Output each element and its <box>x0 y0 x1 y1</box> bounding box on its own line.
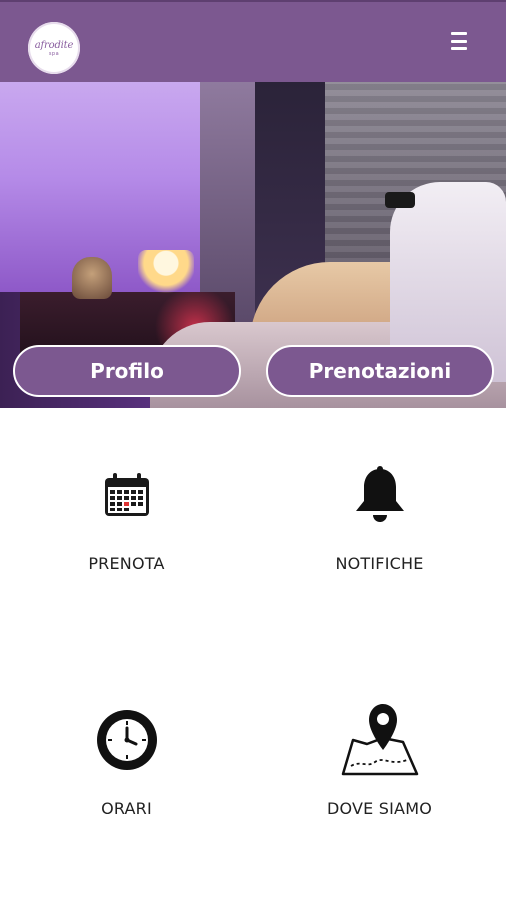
bell-icon <box>335 450 425 540</box>
tile-label: PRENOTA <box>88 554 165 573</box>
tile-dove-siamo[interactable]: DOVE SIAMO <box>253 695 506 875</box>
tile-label: DOVE SIAMO <box>327 799 432 818</box>
brand-logo[interactable]: afrodite spa <box>28 22 80 74</box>
tile-label: ORARI <box>101 799 152 818</box>
profilo-button[interactable]: Profilo <box>13 345 241 397</box>
prenotazioni-button[interactable]: Prenotazioni <box>266 345 494 397</box>
logo-subtext: spa <box>48 50 60 57</box>
tile-notifiche[interactable]: NOTIFICHE <box>253 450 506 630</box>
map-pin-icon <box>335 695 425 785</box>
calendar-icon <box>82 450 172 540</box>
logo-wordmark: afrodite <box>34 39 74 51</box>
tile-orari[interactable]: ORARI <box>0 695 253 875</box>
app-header: afrodite spa <box>0 0 506 82</box>
tile-label: NOTIFICHE <box>335 554 424 573</box>
hamburger-menu-icon[interactable] <box>448 30 470 52</box>
clock-icon <box>82 695 172 785</box>
tile-prenota[interactable]: PRENOTA <box>0 450 253 630</box>
